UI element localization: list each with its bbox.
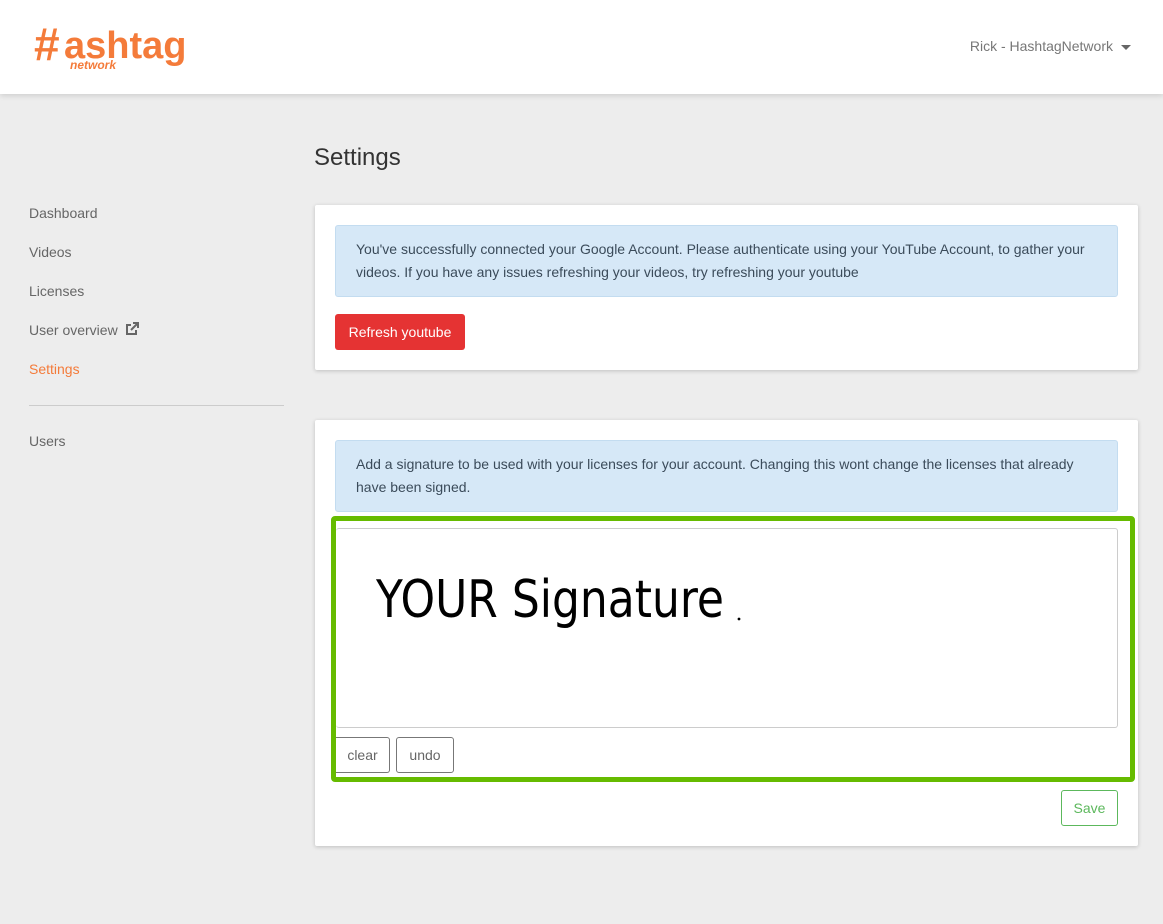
page-title: Settings bbox=[314, 144, 401, 171]
hashtag-network-logo[interactable]: # ashtag network bbox=[34, 18, 214, 74]
sidebar-item-label: User overview bbox=[29, 322, 118, 338]
svg-text:network: network bbox=[70, 58, 117, 72]
caret-down-icon bbox=[1121, 44, 1131, 50]
clear-button[interactable]: clear bbox=[336, 737, 390, 773]
refresh-youtube-button[interactable]: Refresh youtube bbox=[335, 314, 465, 350]
sidebar-item-users[interactable]: Users bbox=[29, 433, 66, 449]
svg-text:#: # bbox=[34, 18, 60, 70]
undo-button[interactable]: undo bbox=[396, 737, 454, 773]
user-menu-dropdown[interactable]: Rick - HashtagNetwork bbox=[970, 38, 1131, 54]
top-header: # ashtag network Rick - HashtagNetwork bbox=[0, 0, 1163, 94]
save-button[interactable]: Save bbox=[1061, 790, 1118, 826]
sidebar-item-licenses[interactable]: Licenses bbox=[29, 283, 84, 299]
youtube-card: You've successfully connected your Googl… bbox=[315, 205, 1138, 370]
sidebar-divider bbox=[29, 405, 284, 406]
sidebar-item-videos[interactable]: Videos bbox=[29, 244, 72, 260]
signature-info-alert: Add a signature to be used with your lic… bbox=[335, 440, 1118, 512]
sidebar-item-user-overview[interactable]: User overview bbox=[29, 322, 139, 338]
sidebar-item-settings[interactable]: Settings bbox=[29, 361, 80, 377]
youtube-info-alert: You've successfully connected your Googl… bbox=[335, 225, 1118, 297]
sidebar-item-dashboard[interactable]: Dashboard bbox=[29, 205, 98, 221]
external-link-icon bbox=[125, 322, 139, 335]
user-name: Rick - HashtagNetwork bbox=[969, 38, 1113, 54]
